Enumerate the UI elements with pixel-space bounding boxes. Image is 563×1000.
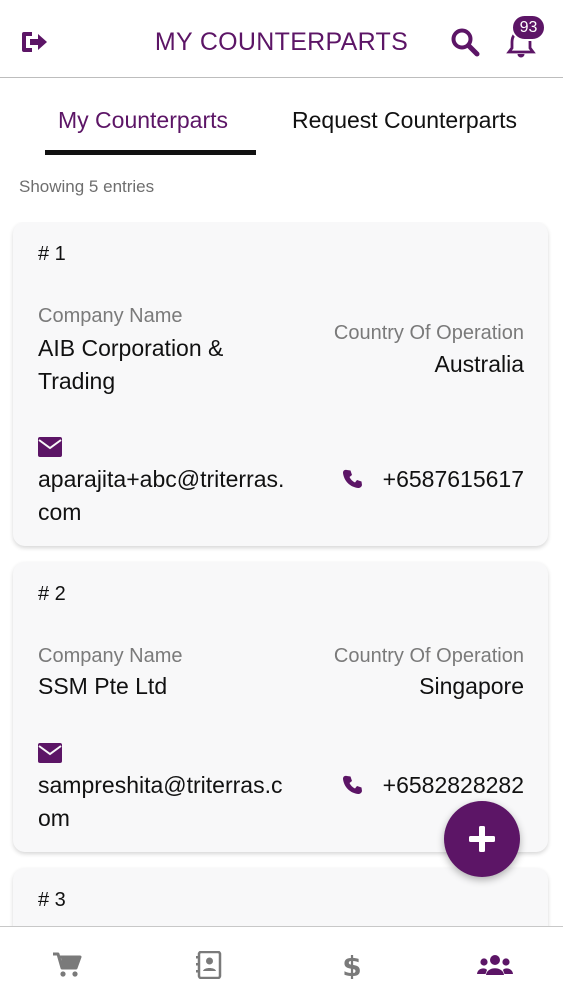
envelope-icon: [38, 743, 62, 763]
company-name-label: Company Name: [38, 305, 183, 327]
phone-value[interactable]: +6587615617: [383, 463, 524, 496]
company-name-label: Company Name: [38, 645, 183, 667]
company-name-value-line2: Trading: [38, 368, 116, 394]
email-value[interactable]: aparajita+abc@triterras.: [38, 463, 284, 496]
envelope-icon: [38, 437, 62, 457]
country-value: Singapore: [419, 673, 524, 699]
card-number: # 2: [38, 583, 66, 605]
email-value[interactable]: sampreshita@triterras.c: [38, 769, 282, 802]
entries-count: Showing 5 entries: [19, 177, 155, 196]
phone-icon: [343, 469, 362, 488]
search-icon[interactable]: [450, 27, 480, 57]
company-name-value: SSM Pte Ltd: [38, 673, 168, 699]
active-tab-indicator: [45, 150, 256, 155]
svg-text:$: $: [342, 951, 361, 979]
email-value-line2[interactable]: om: [38, 802, 70, 835]
cart-icon[interactable]: [52, 951, 82, 979]
company-name-value: AIB Corporation &: [38, 335, 224, 361]
app-header: MY COUNTERPARTS 93: [0, 0, 563, 78]
tab-request-counterparts[interactable]: Request Counterparts: [292, 107, 517, 134]
tab-bar: My Counterparts Request Counterparts: [0, 78, 563, 158]
plus-icon: [469, 826, 495, 852]
card-number: # 3: [38, 889, 66, 911]
country-label: Country Of Operation: [333, 322, 524, 344]
contacts-icon[interactable]: [195, 951, 225, 979]
tab-my-counterparts[interactable]: My Counterparts: [58, 107, 228, 134]
bottom-nav: $: [0, 926, 563, 1000]
add-counterpart-button[interactable]: [444, 801, 520, 877]
email-value-line2[interactable]: com: [38, 496, 81, 529]
dollar-icon[interactable]: $: [337, 951, 367, 979]
country-value: Australia: [434, 351, 524, 377]
users-icon[interactable]: [477, 951, 513, 979]
country-label: Country Of Operation: [333, 645, 524, 667]
notification-badge: 93: [511, 14, 546, 41]
phone-icon: [343, 775, 362, 794]
counterpart-card[interactable]: # 1 Company Name AIB Corporation & Tradi…: [13, 222, 548, 546]
phone-value[interactable]: +6582828282: [383, 769, 524, 802]
card-number: # 1: [38, 243, 66, 265]
